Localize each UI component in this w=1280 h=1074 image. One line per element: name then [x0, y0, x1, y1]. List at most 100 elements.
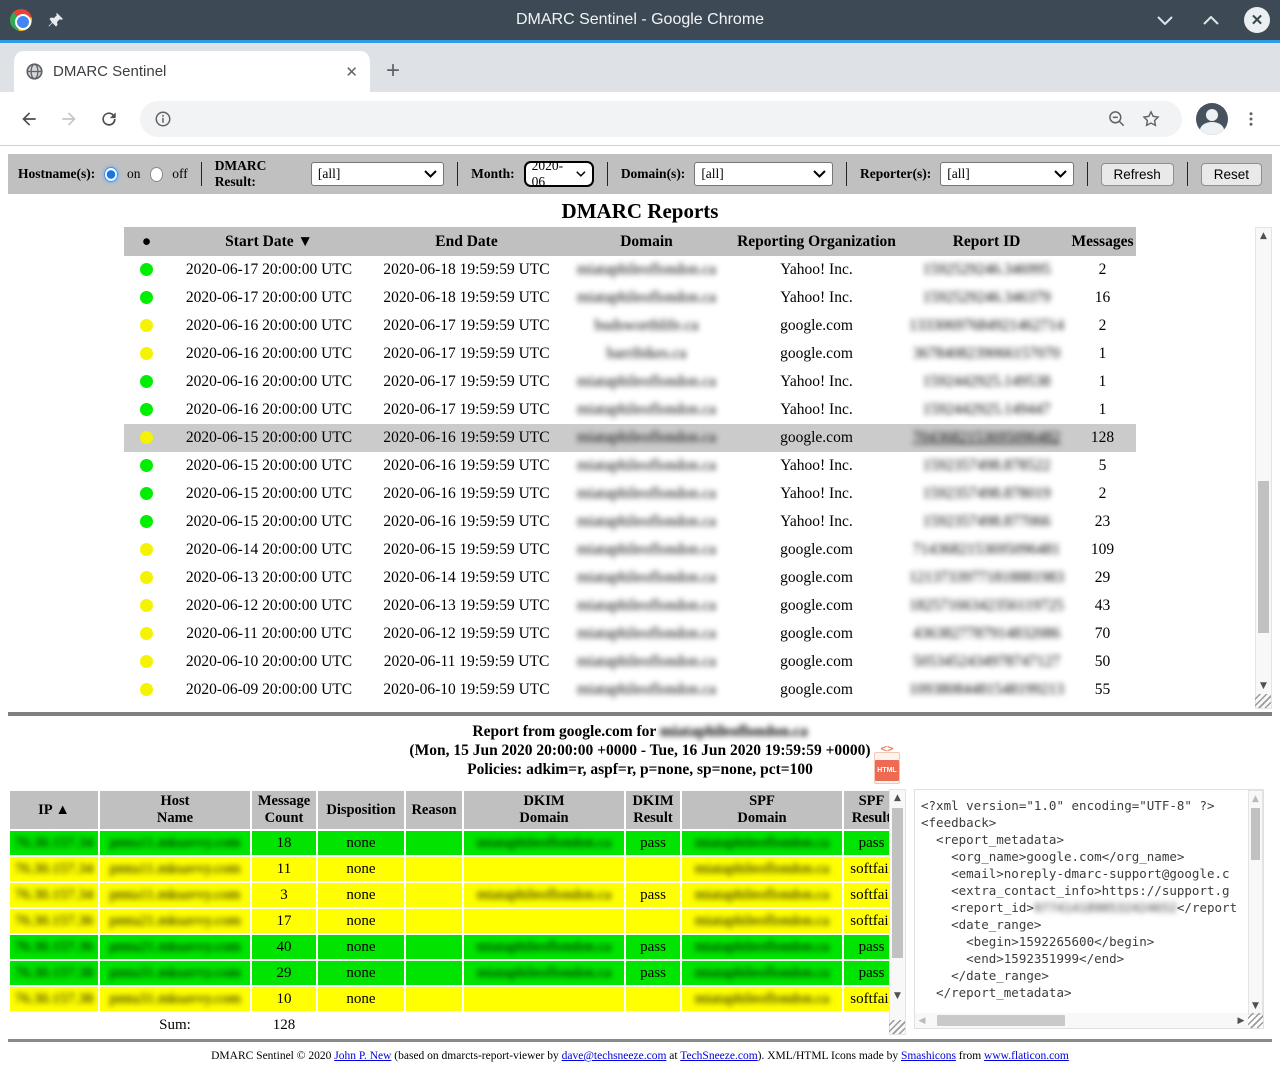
record-column-header[interactable]: DKIMDomain: [464, 791, 624, 829]
reports-column-header[interactable]: Start Date ▼: [169, 227, 369, 256]
xml-horizontal-scrollbar[interactable]: ◀ ▶: [915, 1013, 1248, 1028]
record-cell-count: 11: [252, 857, 316, 881]
record-column-header[interactable]: Reason: [406, 791, 462, 829]
html-file-icon[interactable]: <> HTML: [874, 752, 900, 784]
profile-avatar[interactable]: [1196, 103, 1228, 135]
record-column-header[interactable]: IP ▲: [10, 791, 98, 829]
report-cell-start: 2020-06-11 20:00:00 UTC: [169, 620, 369, 648]
xml-line: <report_id>9774141890532424652</report: [921, 899, 1259, 916]
report-row[interactable]: 2020-06-16 20:00:00 UTC2020-06-17 19:59:…: [124, 396, 1136, 424]
window-maximize-icon[interactable]: [1198, 7, 1224, 33]
footer-link[interactable]: Smashicons: [901, 1050, 956, 1062]
reporter-select[interactable]: [all]: [940, 162, 1073, 186]
month-select[interactable]: 2020-06: [524, 161, 594, 187]
reports-column-header[interactable]: Reporting Organization: [729, 227, 904, 256]
record-column-header[interactable]: SPFDomain: [682, 791, 842, 829]
report-cell-start: 2020-06-09 20:00:00 UTC: [169, 676, 369, 704]
report-cell-messages: 50: [1069, 648, 1136, 676]
info-icon[interactable]: [154, 110, 172, 128]
footer-link[interactable]: John P. New: [334, 1050, 391, 1062]
report-row[interactable]: 2020-06-17 20:00:00 UTC2020-06-18 19:59:…: [124, 284, 1136, 312]
report-row[interactable]: 2020-06-15 20:00:00 UTC2020-06-16 19:59:…: [124, 508, 1136, 536]
record-cell-spf_domain: miataphileoflondon.ca: [682, 857, 842, 881]
scroll-down-icon[interactable]: ▼: [1256, 678, 1271, 694]
record-column-header[interactable]: DKIMResult: [626, 791, 680, 829]
report-row[interactable]: 2020-06-16 20:00:00 UTC2020-06-17 19:59:…: [124, 312, 1136, 340]
footer-link[interactable]: www.flaticon.com: [984, 1050, 1069, 1062]
window-close-button[interactable]: ✕: [1244, 7, 1270, 33]
report-row[interactable]: 2020-06-13 20:00:00 UTC2020-06-14 19:59:…: [124, 564, 1136, 592]
refresh-button[interactable]: Refresh: [1101, 163, 1174, 186]
report-cell-domain: miataphileoflondon.ca: [564, 480, 729, 508]
dmarc-result-select[interactable]: [all]: [311, 162, 444, 186]
scroll-left-icon[interactable]: ◀: [915, 1013, 929, 1028]
footer-link[interactable]: dave@techsneeze.com: [562, 1050, 667, 1062]
report-cell-end: 2020-06-16 19:59:59 UTC: [369, 480, 564, 508]
report-row[interactable]: 2020-06-16 20:00:00 UTC2020-06-17 19:59:…: [124, 368, 1136, 396]
reload-icon[interactable]: [92, 102, 126, 136]
report-row[interactable]: 2020-06-16 20:00:00 UTC2020-06-17 19:59:…: [124, 340, 1136, 368]
forward-icon[interactable]: [52, 102, 86, 136]
scroll-right-icon[interactable]: ▶: [1234, 1013, 1248, 1028]
record-column-header[interactable]: HostName: [100, 791, 250, 829]
record-cell-ip: 76.30.157.38: [10, 961, 98, 985]
record-column-header[interactable]: MessageCount: [252, 791, 316, 829]
reports-column-header[interactable]: Messages: [1069, 227, 1136, 256]
reports-column-header[interactable]: End Date: [369, 227, 564, 256]
report-row[interactable]: 2020-06-15 20:00:00 UTC2020-06-16 19:59:…: [124, 480, 1136, 508]
scrollbar-thumb[interactable]: [1258, 481, 1269, 633]
hostname-off-radio[interactable]: [150, 167, 164, 182]
hostname-on-radio[interactable]: [104, 167, 118, 182]
report-row[interactable]: 2020-06-15 20:00:00 UTC2020-06-16 19:59:…: [124, 424, 1136, 452]
menu-dots-icon[interactable]: [1234, 102, 1268, 136]
scrollbar-thumb[interactable]: [937, 1015, 1065, 1026]
scrollbar-thumb[interactable]: [1251, 808, 1260, 860]
status-dot-yellow: [140, 543, 153, 556]
resize-grip[interactable]: [1248, 1013, 1263, 1028]
footer-link[interactable]: TechSneeze.com: [680, 1050, 757, 1062]
reports-column-header[interactable]: Report ID: [904, 227, 1069, 256]
record-scrollbar[interactable]: ▲ ▼: [889, 789, 906, 1035]
scroll-down-icon[interactable]: ▼: [890, 988, 905, 1004]
back-icon[interactable]: [12, 102, 46, 136]
record-cell-count: 18: [252, 831, 316, 855]
report-row[interactable]: 2020-06-14 20:00:00 UTC2020-06-15 19:59:…: [124, 536, 1136, 564]
xml-vertical-scrollbar[interactable]: ▲ ▼: [1248, 790, 1263, 1015]
scrollbar-thumb[interactable]: [892, 808, 903, 958]
sum-empty-cell: [318, 1013, 404, 1035]
resize-grip[interactable]: [1255, 694, 1271, 708]
scroll-up-icon[interactable]: ▲: [890, 790, 905, 806]
reports-scrollbar[interactable]: ▲ ▼: [1255, 227, 1272, 709]
record-cell-host: pmta31.mksavvy.com: [100, 987, 250, 1011]
zoom-out-icon[interactable]: [1100, 102, 1134, 136]
reports-column-header[interactable]: Domain: [564, 227, 729, 256]
report-row[interactable]: 2020-06-12 20:00:00 UTC2020-06-13 19:59:…: [124, 592, 1136, 620]
report-cell-report_id: 7043682153695096482: [904, 424, 1069, 452]
scroll-up-icon[interactable]: ▲: [1249, 791, 1262, 807]
reports-header-row: ●Start Date ▼End DateDomainReporting Org…: [124, 227, 1136, 256]
xml-viewer[interactable]: <?xml version="1.0" encoding="UTF-8" ?><…: [914, 789, 1264, 1029]
report-cell-messages: 43: [1069, 592, 1136, 620]
report-row[interactable]: 2020-06-10 20:00:00 UTC2020-06-11 19:59:…: [124, 648, 1136, 676]
scroll-up-icon[interactable]: ▲: [1256, 228, 1271, 244]
window-minimize-icon[interactable]: [1152, 7, 1178, 33]
sum-empty-cell: [626, 1013, 680, 1035]
address-bar[interactable]: [140, 101, 1182, 137]
reports-column-header[interactable]: ●: [124, 227, 169, 256]
bookmark-star-icon[interactable]: [1134, 102, 1168, 136]
report-cell-report_id: 1592529246.346379: [904, 284, 1069, 312]
report-row[interactable]: 2020-06-17 20:00:00 UTC2020-06-18 19:59:…: [124, 256, 1136, 284]
domain-select[interactable]: [all]: [694, 162, 833, 186]
report-row[interactable]: 2020-06-15 20:00:00 UTC2020-06-16 19:59:…: [124, 452, 1136, 480]
record-cell-ip: 76.30.157.34: [10, 857, 98, 881]
report-row[interactable]: 2020-06-09 20:00:00 UTC2020-06-10 19:59:…: [124, 676, 1136, 704]
resize-grip[interactable]: [889, 1020, 905, 1034]
xml-line: </report_metadata>: [921, 984, 1259, 1001]
tab-close-icon[interactable]: ✕: [345, 63, 358, 81]
reset-button[interactable]: Reset: [1201, 163, 1262, 186]
record-column-header[interactable]: Disposition: [318, 791, 404, 829]
tab-dmarc-sentinel[interactable]: DMARC Sentinel ✕: [14, 51, 370, 92]
scroll-down-icon[interactable]: ▼: [1249, 998, 1262, 1014]
new-tab-button[interactable]: +: [378, 56, 408, 86]
report-row[interactable]: 2020-06-11 20:00:00 UTC2020-06-12 19:59:…: [124, 620, 1136, 648]
